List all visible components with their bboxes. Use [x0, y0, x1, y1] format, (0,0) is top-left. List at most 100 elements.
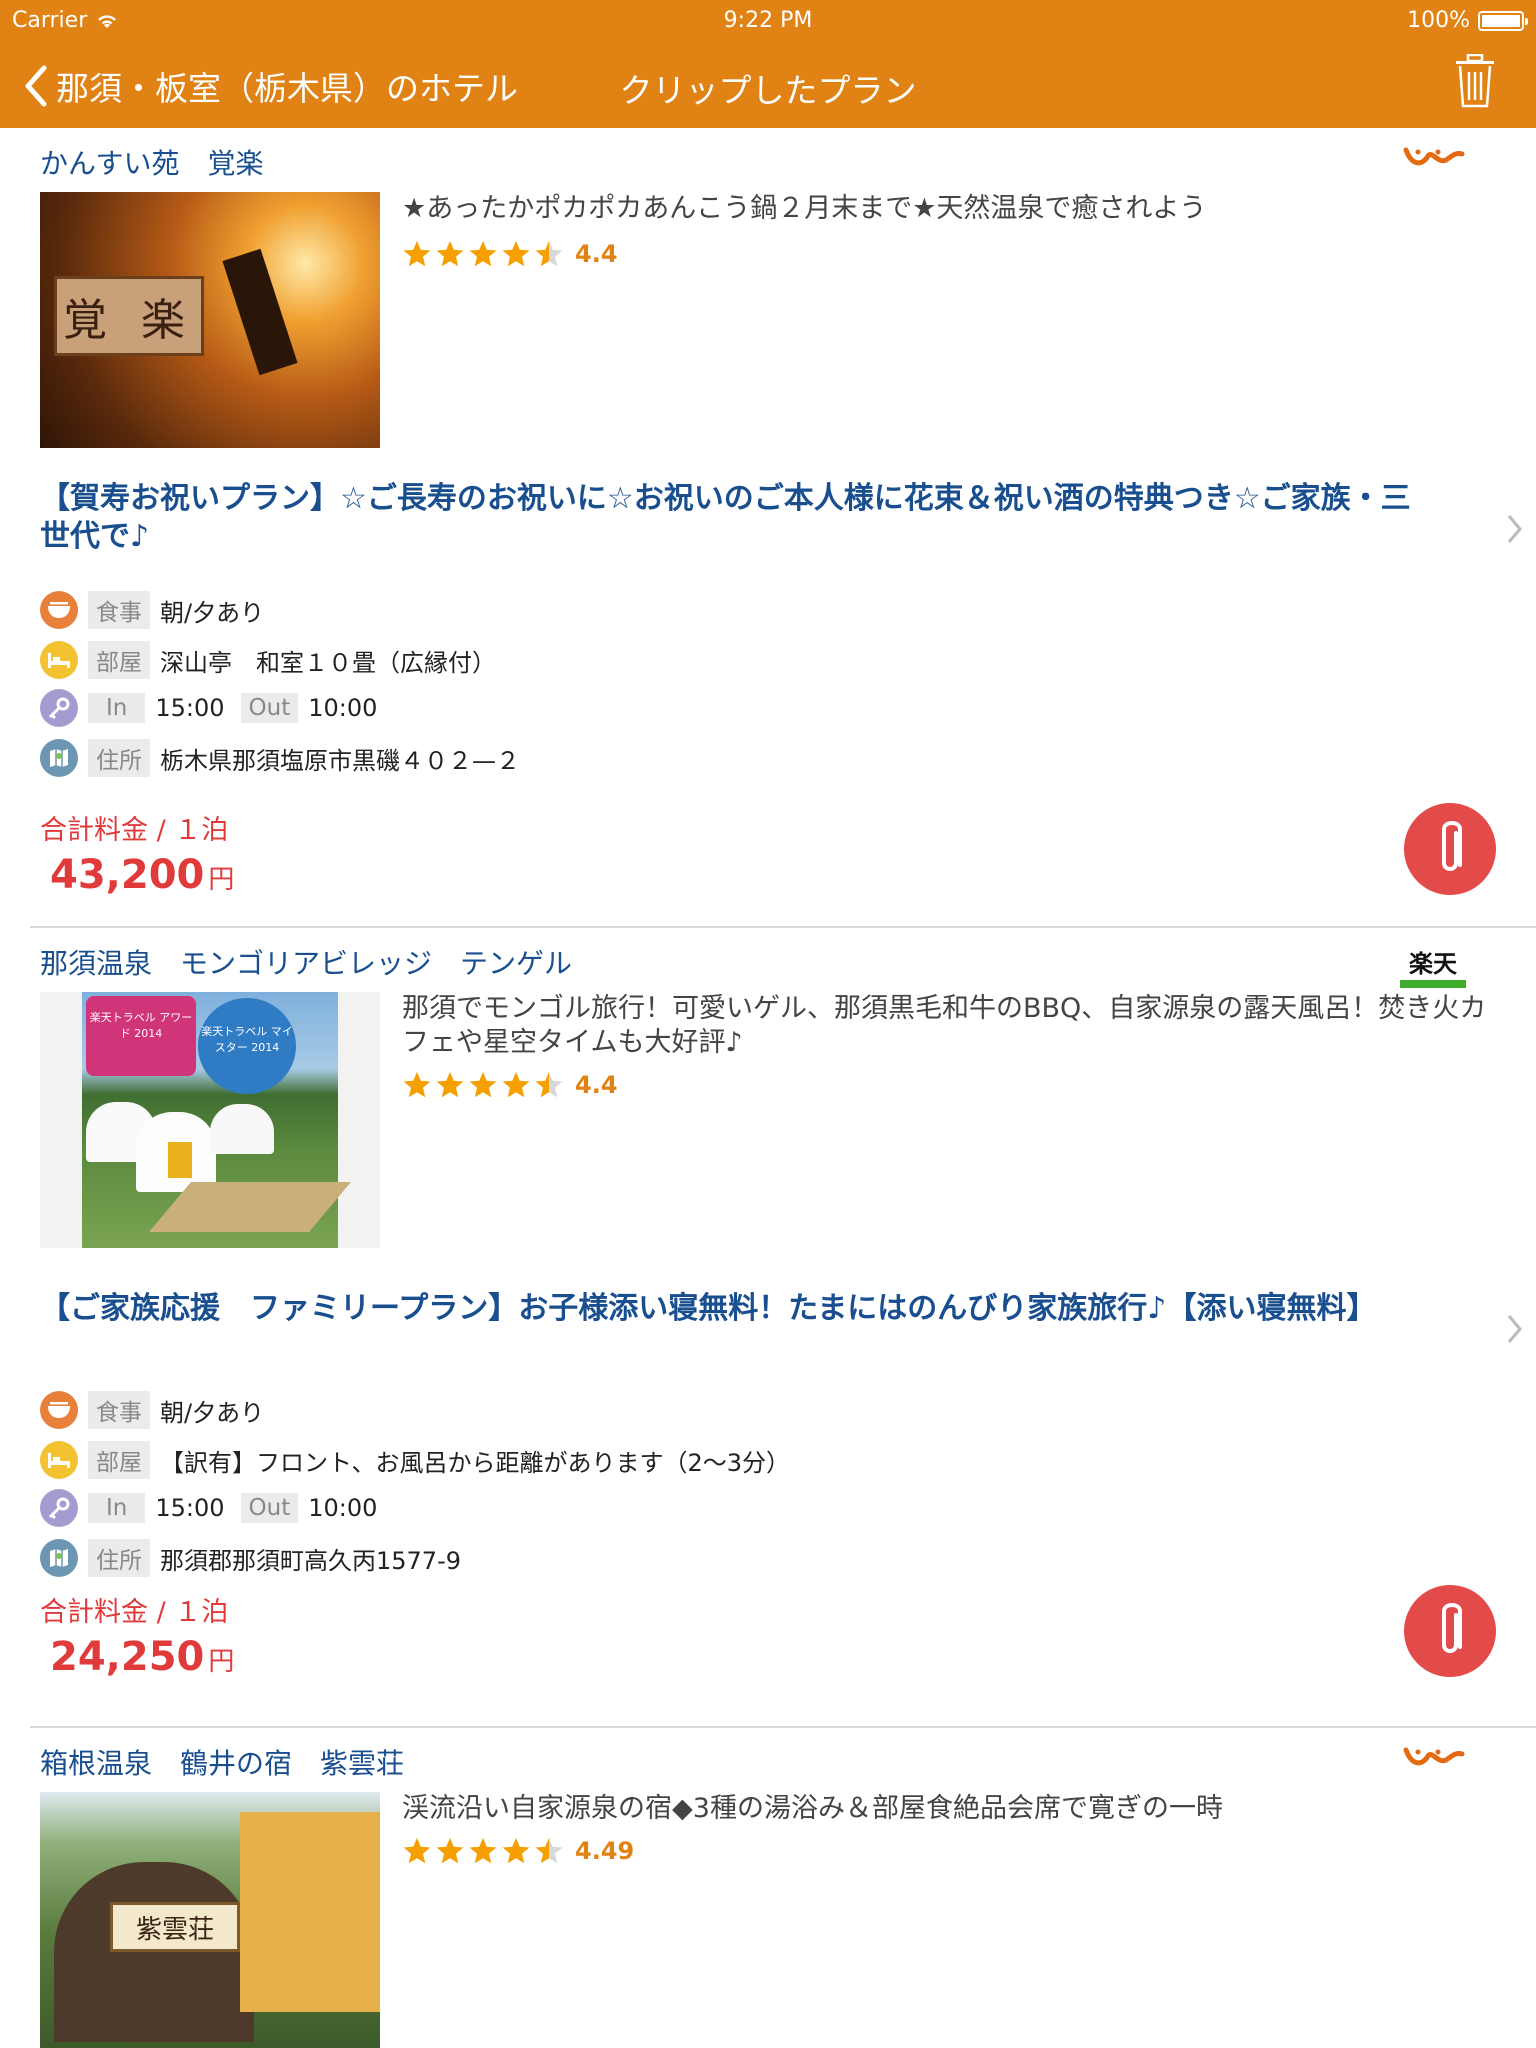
- room-row: 部屋 深山亭 和室１０畳（広縁付）: [40, 640, 496, 680]
- rakuten-logo: 楽天: [1400, 944, 1466, 988]
- room-value: 【訳有】フロント、お風呂から距離があります（2〜3分）: [160, 1448, 791, 1477]
- star-icon: [535, 240, 563, 267]
- rating-stars: 4.4: [402, 1070, 618, 1100]
- star-icon: [436, 1837, 464, 1864]
- status-time: 9:22 PM: [723, 8, 813, 33]
- bowl-icon: [40, 1391, 78, 1429]
- hotel-card[interactable]: 那須温泉 モンゴリアビレッジ テンゲル 楽天 楽天トラベル アワード 2014 …: [30, 928, 1536, 1728]
- trash-icon[interactable]: [1454, 54, 1496, 108]
- room-tag: 部屋: [88, 641, 150, 679]
- key-icon: [40, 689, 78, 727]
- bed-icon: [40, 1441, 78, 1479]
- page-title: クリップしたプラン: [619, 71, 917, 110]
- star-icon: [535, 1837, 563, 1864]
- hotel-photo: 楽天トラベル アワード 2014 楽天トラベル マイスター 2014: [40, 992, 380, 1248]
- checkout-tag: Out: [240, 1493, 299, 1523]
- battery-icon: [1478, 10, 1528, 31]
- star-icon: [469, 240, 497, 267]
- meister-badge: 楽天トラベル マイスター 2014: [198, 998, 296, 1094]
- star-icon: [403, 1837, 431, 1864]
- chevron-right-icon[interactable]: [1504, 1312, 1526, 1346]
- rating-value: 4.49: [575, 1837, 635, 1865]
- checkin-row: In 15:00 Out 10:00: [40, 1488, 377, 1528]
- jalan-logo: [1403, 1747, 1465, 1766]
- paperclip-icon: [1442, 821, 1462, 871]
- address-tag: 住所: [88, 1539, 150, 1577]
- meal-value: 朝/夕あり: [160, 598, 265, 627]
- meal-value: 朝/夕あり: [160, 1398, 265, 1427]
- address-row: 住所 那須郡那須町高久丙1577-9: [40, 1538, 461, 1578]
- price-value: 24,250: [50, 1634, 205, 1680]
- checkin-time: 15:00: [155, 1494, 225, 1522]
- star-icon: [469, 1071, 497, 1098]
- bowl-icon: [40, 591, 78, 629]
- hotel-catchphrase: 那須でモンゴル旅行！可愛いゲル、那須黒毛和牛のBBQ、自家源泉の露天風呂！焚き火…: [402, 993, 1487, 1058]
- rating-value: 4.4: [575, 240, 618, 268]
- checkin-tag: In: [88, 1493, 146, 1523]
- room-tag: 部屋: [88, 1441, 150, 1479]
- yen-label: 円: [208, 1647, 235, 1677]
- star-icon: [502, 240, 530, 267]
- price: 43,200 円: [50, 852, 234, 898]
- total-price-label: 合計料金 / １泊: [40, 1597, 229, 1628]
- bed-icon: [40, 641, 78, 679]
- address-tag: 住所: [88, 739, 150, 777]
- chevron-right-icon[interactable]: [1504, 512, 1526, 546]
- price-value: 43,200: [50, 852, 205, 898]
- checkin-row: In 15:00 Out 10:00: [40, 688, 377, 728]
- award-badge: 楽天トラベル アワード 2014: [86, 996, 196, 1076]
- jalan-logo: [1403, 147, 1465, 166]
- rating-stars: 4.49: [402, 1836, 634, 1866]
- clip-button[interactable]: [1404, 803, 1496, 895]
- checkout-tag: Out: [240, 693, 299, 723]
- hotel-card[interactable]: かんすい苑 覚楽 覚 楽 ★あったかポカポカあんこう鍋２月末まで★天然温泉で癒さ…: [30, 128, 1536, 928]
- total-price-label: 合計料金 / １泊: [40, 815, 229, 846]
- address-value: 那須郡那須町高久丙1577-9: [160, 1546, 462, 1575]
- rating-value: 4.4: [575, 1071, 618, 1099]
- star-icon: [502, 1837, 530, 1864]
- hotel-catchphrase: 渓流沿い自家源泉の宿◆3種の湯浴み＆部屋食絶品会席で寛ぎの一時: [402, 1793, 1223, 1824]
- meal-row: 食事 朝/夕あり: [40, 1390, 264, 1430]
- navigation-bar: Carrier 9:22 PM 100% 那須・板室（栃木県）のホテル クリップ…: [0, 0, 1536, 128]
- rakuten-logo-text: 楽天: [1409, 950, 1457, 978]
- hotel-catchphrase: ★あったかポカポカあんこう鍋２月末まで★天然温泉で癒されよう: [402, 193, 1207, 224]
- checkout-time: 10:00: [308, 1494, 378, 1522]
- inn-signboard: 紫雲荘: [110, 1902, 240, 1952]
- plan-title[interactable]: 【賀寿お祝いプラン】☆ご長寿のお祝いに☆お祝いのご本人様に花束＆祝い酒の特典つき…: [40, 480, 1440, 556]
- signboard: 覚 楽: [54, 276, 204, 356]
- checkin-tag: In: [88, 693, 146, 723]
- map-icon: [40, 1539, 78, 1577]
- rating-stars: 4.4: [402, 239, 618, 269]
- key-icon: [40, 1489, 78, 1527]
- meal-tag: 食事: [88, 1391, 150, 1429]
- clip-button[interactable]: [1404, 1585, 1496, 1677]
- meal-tag: 食事: [88, 591, 150, 629]
- star-icon: [436, 240, 464, 267]
- battery-label: 100%: [1407, 8, 1470, 33]
- checkout-time: 10:00: [308, 694, 378, 722]
- hotel-name: かんすい苑 覚楽: [40, 147, 264, 180]
- hotel-name: 那須温泉 モンゴリアビレッジ テンゲル: [40, 947, 573, 980]
- plan-title[interactable]: 【ご家族応援 ファミリープラン】お子様添い寝無料！たまにはのんびり家族旅行♪【添…: [40, 1290, 1480, 1328]
- hotel-name: 箱根温泉 鶴井の宿 紫雲荘: [40, 1747, 405, 1780]
- star-icon: [502, 1071, 530, 1098]
- star-icon: [469, 1837, 497, 1864]
- star-icon: [403, 1071, 431, 1098]
- star-icon: [403, 240, 431, 267]
- hotel-photo: 紫雲荘: [40, 1792, 380, 2048]
- meal-row: 食事 朝/夕あり: [40, 590, 264, 630]
- room-value: 深山亭 和室１０畳（広縁付）: [160, 648, 496, 677]
- price: 24,250 円: [50, 1634, 234, 1680]
- yen-label: 円: [208, 865, 235, 895]
- star-icon: [535, 1071, 563, 1098]
- paperclip-icon: [1442, 1603, 1462, 1653]
- room-row: 部屋 【訳有】フロント、お風呂から距離があります（2〜3分）: [40, 1440, 790, 1480]
- hotel-card[interactable]: 箱根温泉 鶴井の宿 紫雲荘 紫雲荘 渓流沿い自家源泉の宿◆3種の湯浴み＆部屋食絶…: [30, 1728, 1536, 2048]
- star-icon: [436, 1071, 464, 1098]
- hotel-photo: 覚 楽: [40, 192, 380, 448]
- checkin-time: 15:00: [155, 694, 225, 722]
- address-row: 住所 栃木県那須塩原市黒磯４０２—２: [40, 738, 520, 778]
- status-battery: 100%: [1407, 8, 1528, 33]
- map-icon: [40, 739, 78, 777]
- address-value: 栃木県那須塩原市黒磯４０２—２: [160, 746, 520, 775]
